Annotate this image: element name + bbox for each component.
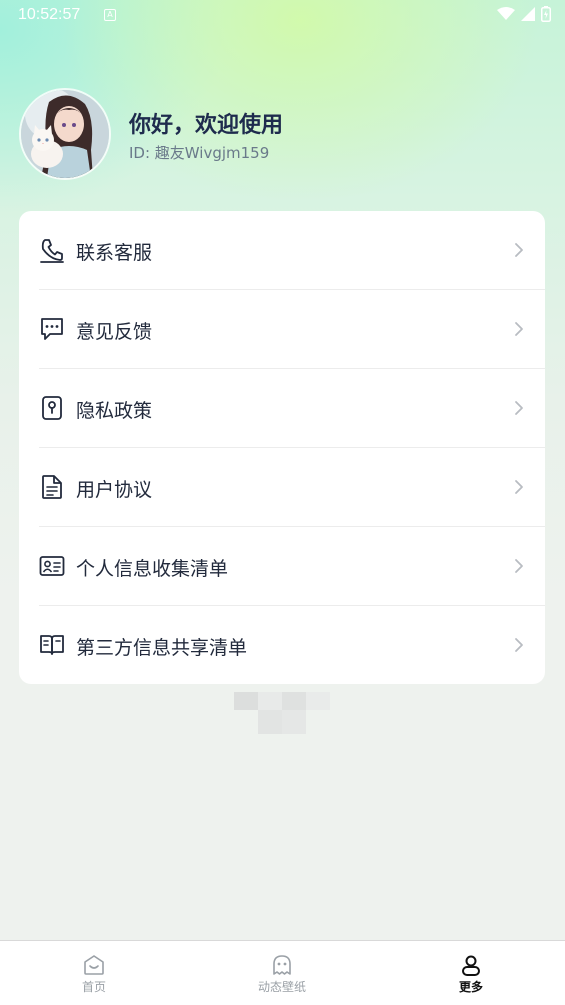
chevron-right-icon: [515, 480, 523, 494]
avatar[interactable]: [19, 88, 111, 180]
user-id: ID: 趣友Wivgjm159: [129, 144, 270, 162]
battery-icon: [541, 6, 551, 22]
menu-item-label: 隐私政策: [76, 400, 153, 422]
wifi-icon: [497, 7, 515, 20]
status-bar: 10:52:57 A: [0, 0, 565, 32]
menu-item-contact-service[interactable]: 联系客服: [19, 211, 545, 290]
status-time: 10:52:57: [18, 6, 81, 23]
system-icons: [497, 6, 551, 22]
menu-item-label: 第三方信息共享清单: [76, 637, 248, 659]
menu-item-label: 用户协议: [76, 479, 153, 501]
tab-label: 首页: [81, 980, 106, 994]
menu-item-label: 意见反馈: [76, 321, 153, 343]
a-icon: A: [104, 9, 116, 21]
avatar-image: [21, 90, 109, 178]
home-icon: [84, 955, 104, 975]
chevron-right-icon: [515, 322, 523, 336]
tab-more[interactable]: 更多: [377, 941, 565, 1005]
bottom-tab-bar: 首页 动态壁纸 更多: [0, 940, 565, 1005]
menu-item-user-agreement[interactable]: 用户协议: [19, 448, 545, 527]
privacy-icon: [42, 396, 62, 420]
menu-item-feedback[interactable]: 意见反馈: [19, 290, 545, 369]
tab-live-wallpaper[interactable]: 动态壁纸: [188, 941, 376, 1005]
greeting-title: 你好，欢迎使用: [129, 113, 284, 138]
id-card-icon: [39, 556, 65, 576]
book-icon: [40, 635, 64, 655]
menu-item-privacy-policy[interactable]: 隐私政策: [19, 369, 545, 448]
tab-label: 动态壁纸: [257, 980, 306, 994]
tab-home[interactable]: 首页: [0, 941, 188, 1005]
user-icon: [462, 955, 480, 976]
chat-icon: [41, 318, 63, 340]
menu-item-label: 联系客服: [76, 242, 153, 264]
menu-item-third-party-sharing-list[interactable]: 第三方信息共享清单: [19, 606, 545, 685]
chevron-right-icon: [515, 401, 523, 415]
signal-icon: [521, 7, 535, 21]
chevron-right-icon: [515, 559, 523, 573]
menu-card: 联系客服 意见反馈 隐私政策 用户协议 个人信息收集清单 第三方信息共享清单: [19, 211, 545, 684]
document-icon: [42, 475, 62, 499]
chevron-right-icon: [515, 638, 523, 652]
phone-icon: [40, 239, 64, 263]
menu-item-personal-info-list[interactable]: 个人信息收集清单: [19, 527, 545, 606]
tab-label: 更多: [458, 980, 483, 994]
ghost-icon: [273, 955, 291, 975]
menu-item-label: 个人信息收集清单: [76, 558, 229, 580]
chevron-right-icon: [515, 243, 523, 257]
